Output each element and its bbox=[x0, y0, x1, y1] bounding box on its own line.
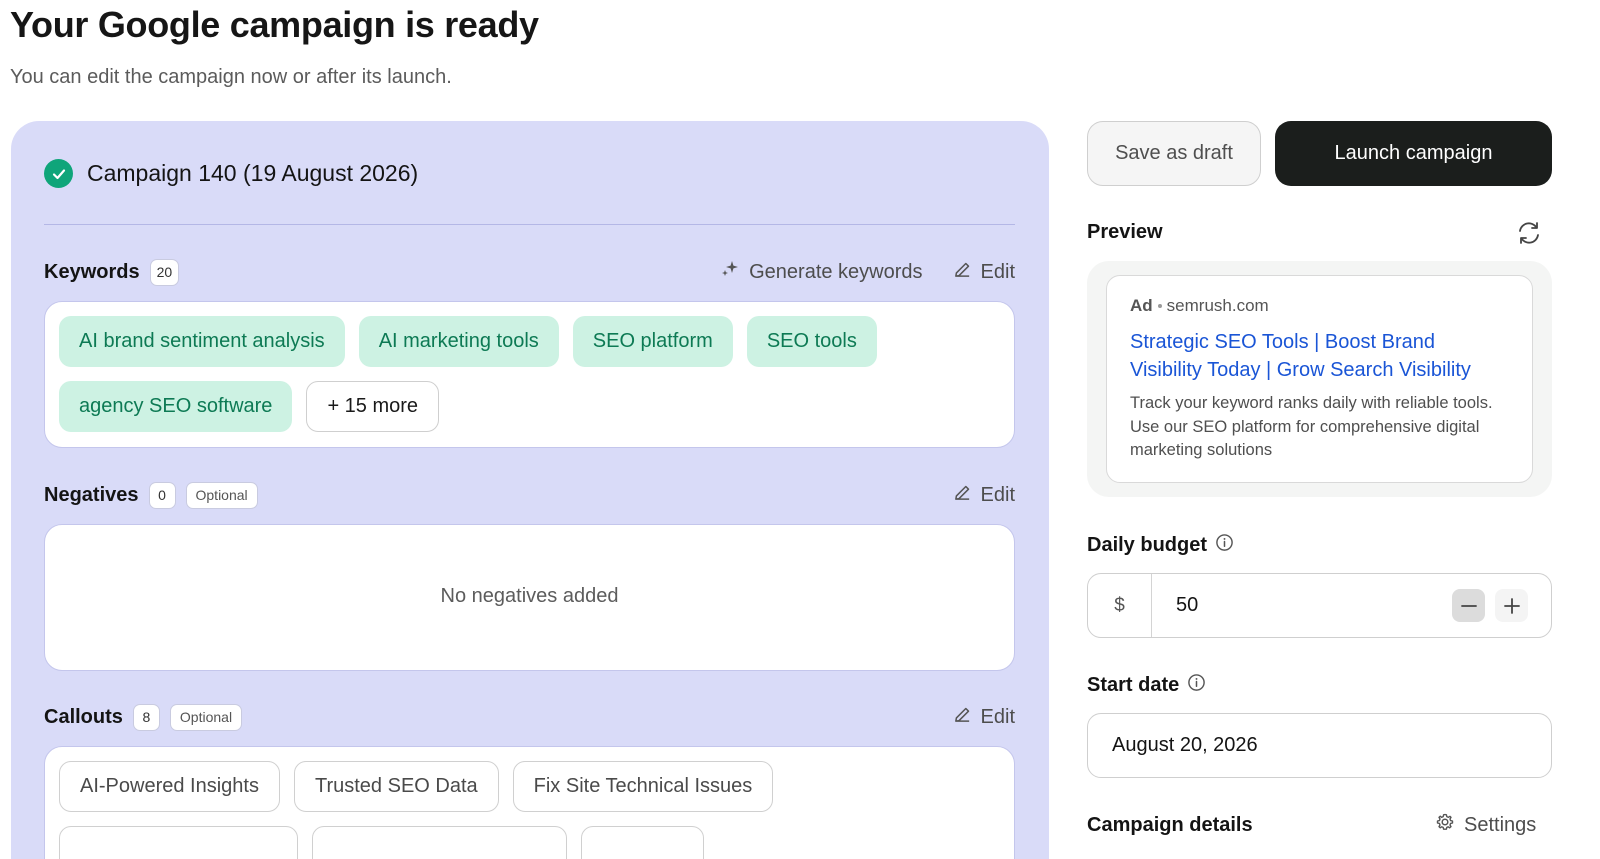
gear-icon bbox=[1435, 812, 1455, 838]
keywords-edit-button[interactable]: Edit bbox=[953, 260, 1015, 285]
callout-chip-partial[interactable] bbox=[581, 826, 704, 859]
decrease-budget-button[interactable] bbox=[1452, 589, 1485, 622]
start-date-field[interactable]: August 20, 2026 bbox=[1087, 713, 1552, 778]
keywords-edit-label: Edit bbox=[980, 260, 1015, 283]
keyword-chip[interactable]: AI marketing tools bbox=[358, 316, 559, 367]
increase-budget-button[interactable] bbox=[1495, 589, 1528, 622]
page-subtitle: You can edit the campaign now or after i… bbox=[10, 66, 452, 88]
minus-icon bbox=[1460, 604, 1477, 607]
keyword-chip[interactable]: AI brand sentiment analysis bbox=[59, 316, 345, 367]
keywords-box: AI brand sentiment analysis AI marketing… bbox=[44, 301, 1015, 448]
callout-chip[interactable]: Trusted SEO Data bbox=[293, 761, 499, 812]
callouts-box: AI-Powered Insights Trusted SEO Data Fix… bbox=[44, 746, 1015, 859]
page-title: Your Google campaign is ready bbox=[10, 4, 539, 45]
start-date-label-text: Start date bbox=[1087, 674, 1180, 696]
settings-label: Settings bbox=[1464, 813, 1537, 836]
generate-keywords-button[interactable]: Generate keywords bbox=[720, 259, 923, 285]
refresh-icon[interactable] bbox=[1515, 219, 1543, 247]
campaign-name: Campaign 140 (19 August 2026) bbox=[87, 160, 419, 186]
keywords-count-badge: 20 bbox=[149, 258, 180, 286]
daily-budget-value[interactable]: 50 bbox=[1176, 594, 1198, 617]
negatives-edit-label: Edit bbox=[980, 483, 1015, 506]
ad-source-line: Ad semrush.com bbox=[1130, 296, 1509, 316]
ad-tag: Ad bbox=[1130, 296, 1153, 315]
ad-domain: semrush.com bbox=[1166, 296, 1269, 315]
ad-preview-container: Ad semrush.com Strategic SEO Tools | Boo… bbox=[1087, 261, 1552, 497]
pencil-icon bbox=[953, 705, 972, 730]
callouts-title: Callouts bbox=[44, 705, 123, 728]
launch-campaign-button[interactable]: Launch campaign bbox=[1275, 121, 1552, 186]
daily-budget-label: Daily budget bbox=[1087, 533, 1234, 558]
keyword-chip[interactable]: SEO tools bbox=[746, 316, 877, 367]
callouts-edit-button[interactable]: Edit bbox=[953, 705, 1015, 730]
negatives-edit-button[interactable]: Edit bbox=[953, 483, 1015, 508]
sparkle-icon bbox=[720, 259, 740, 285]
optional-badge: Optional bbox=[185, 481, 258, 509]
separator-dot bbox=[1157, 304, 1162, 308]
negatives-title: Negatives bbox=[44, 483, 139, 506]
settings-button[interactable]: Settings bbox=[1435, 812, 1536, 838]
callouts-count-badge: 8 bbox=[132, 703, 160, 731]
ad-description: Track your keyword ranks daily with reli… bbox=[1130, 394, 1493, 459]
pencil-icon bbox=[953, 483, 972, 508]
info-icon[interactable] bbox=[1215, 533, 1234, 558]
callout-chip[interactable]: AI-Powered Insights bbox=[59, 761, 280, 812]
ad-preview-card: Ad semrush.com Strategic SEO Tools | Boo… bbox=[1106, 275, 1533, 483]
currency-symbol: $ bbox=[1088, 574, 1152, 637]
info-icon[interactable] bbox=[1187, 673, 1206, 698]
callout-chip[interactable]: Fix Site Technical Issues bbox=[512, 761, 774, 812]
callout-chip-partial[interactable] bbox=[59, 826, 298, 859]
campaign-panel: Campaign 140 (19 August 2026) Keywords 2… bbox=[11, 121, 1049, 859]
more-keywords-button[interactable]: + 15 more bbox=[306, 381, 440, 432]
negatives-section-header: Negatives 0 Optional Edit bbox=[44, 480, 1015, 510]
daily-budget-label-text: Daily budget bbox=[1087, 534, 1208, 556]
generate-keywords-label: Generate keywords bbox=[749, 260, 923, 283]
negatives-empty-text: No negatives added bbox=[440, 585, 619, 607]
callout-chip-partial[interactable] bbox=[312, 826, 567, 859]
negatives-box: No negatives added bbox=[44, 524, 1015, 671]
check-circle-icon bbox=[44, 159, 73, 188]
preview-label: Preview bbox=[1087, 221, 1163, 244]
callouts-section-header: Callouts 8 Optional Edit bbox=[44, 702, 1015, 732]
callouts-edit-label: Edit bbox=[980, 705, 1015, 728]
plus-icon bbox=[1503, 597, 1520, 614]
daily-budget-field[interactable]: $ 50 bbox=[1087, 573, 1552, 638]
divider bbox=[44, 224, 1015, 225]
start-date-value: August 20, 2026 bbox=[1112, 734, 1258, 756]
optional-badge: Optional bbox=[169, 703, 243, 731]
budget-stepper bbox=[1452, 589, 1528, 622]
negatives-count-badge: 0 bbox=[148, 481, 176, 509]
keyword-chip[interactable]: SEO platform bbox=[572, 316, 733, 367]
pencil-icon bbox=[953, 260, 972, 285]
campaign-details-label: Campaign details bbox=[1087, 814, 1253, 837]
keywords-title: Keywords bbox=[44, 260, 140, 283]
keywords-section-header: Keywords 20 Generate keywords Edit bbox=[44, 257, 1015, 287]
campaign-header: Campaign 140 (19 August 2026) bbox=[44, 159, 418, 188]
campaign-details-label-text: Campaign details bbox=[1087, 814, 1253, 836]
preview-label-text: Preview bbox=[1087, 221, 1163, 243]
save-draft-button[interactable]: Save as draft bbox=[1087, 121, 1261, 186]
keyword-chip[interactable]: agency SEO software bbox=[59, 381, 293, 432]
ad-headline: Strategic SEO Tools | Boost Brand Visibi… bbox=[1130, 331, 1471, 381]
start-date-label: Start date bbox=[1087, 673, 1206, 698]
